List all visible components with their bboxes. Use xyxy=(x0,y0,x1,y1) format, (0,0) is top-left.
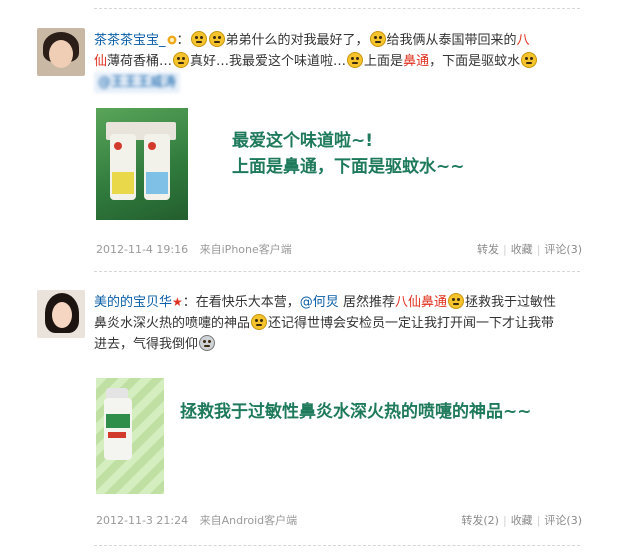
gold-badge-icon xyxy=(167,35,177,45)
divider: | xyxy=(536,243,541,256)
repost-button[interactable]: 转发(2) xyxy=(461,514,499,527)
post-meta: 2012-11-3 21:24 来自Android客户端 xyxy=(96,512,297,528)
laughing-tears-emoji xyxy=(208,31,225,47)
timestamp-link[interactable]: 2012-11-4 19:16 xyxy=(96,243,188,256)
repost-button[interactable]: 转发 xyxy=(477,243,499,256)
favorite-button[interactable]: 收藏 xyxy=(511,243,533,256)
post-actions: 转发 | 收藏 | 评论(3) xyxy=(477,241,582,257)
caption-line: 拯救我于过敏性鼻炎水深火热的喷嚏的神品~~ xyxy=(180,402,532,422)
separator-bottom xyxy=(94,545,580,546)
avatar[interactable] xyxy=(37,290,85,338)
separator xyxy=(94,271,580,272)
source-link[interactable]: 来自iPhone客户端 xyxy=(200,243,292,256)
username-link[interactable]: 茶茶茶宝宝_ xyxy=(94,33,166,48)
text-segment: 薄荷香桶… xyxy=(107,54,173,69)
highlight-keyword: 八仙鼻通 xyxy=(394,295,447,310)
text-segment: 上面是 xyxy=(364,54,404,69)
bottle-label-red xyxy=(108,432,126,438)
post-actions: 转发(2) | 收藏 | 评论(3) xyxy=(461,512,582,528)
text-segment: ：在看快乐大本营， xyxy=(182,295,300,310)
avatar-face xyxy=(52,302,72,328)
text-segment: 弟弟什么的对我最好了， xyxy=(225,33,369,48)
source-link[interactable]: 来自Android客户端 xyxy=(200,514,298,527)
text-segment: 还记得世博会安检员一定让我打开闻一下才让我带 xyxy=(268,316,555,331)
post-text: 茶茶茶宝宝_：弟弟什么的对我最好了， 给我俩从泰国带回来的八 仙薄荷香桶… 真好…我… xyxy=(94,30,584,93)
image-caption: 拯救我于过敏性鼻炎水深火热的喷嚏的神品~~ xyxy=(180,399,532,425)
highlight-keyword: 仙 xyxy=(94,54,108,69)
text-segment: 鼻炎水深火热的喷嚏的神品 xyxy=(94,316,251,331)
text-segment: 进去，气得我倒仰 xyxy=(94,337,199,352)
skull-shocked-emoji xyxy=(199,335,216,351)
comment-button[interactable]: 评论(3) xyxy=(544,514,582,527)
shy-blush-emoji xyxy=(251,314,268,330)
product-photo[interactable] xyxy=(96,108,188,220)
bottle-label-green xyxy=(106,414,130,428)
separator-top xyxy=(94,8,580,9)
post-text: 美的的宝贝华★：在看快乐大本营，@何炅 居然推荐八仙鼻通 拯救我于过敏性 鼻炎水深… xyxy=(94,292,584,355)
caption-line: 最爱这个味道啦~! xyxy=(232,131,373,151)
post-meta: 2012-11-4 19:16 来自iPhone客户端 xyxy=(96,241,292,257)
highlight-keyword: 鼻通 xyxy=(403,54,430,69)
divider: | xyxy=(502,514,507,527)
mention-link[interactable]: @何炅 xyxy=(300,295,339,310)
divider: | xyxy=(502,243,507,256)
divider: | xyxy=(536,514,541,527)
text-segment: 真好…我最爱这个味道啦… xyxy=(190,54,347,69)
image-caption: 最爱这个味道啦~! 上面是鼻通，下面是驱蚊水~~ xyxy=(232,128,465,180)
username-link[interactable]: 美的的宝贝华 xyxy=(94,295,172,310)
avatar-face xyxy=(49,40,73,68)
text-segment: 拯救我于过敏性 xyxy=(464,295,556,310)
favorite-button[interactable]: 收藏 xyxy=(511,514,533,527)
grin-emoji xyxy=(173,52,190,68)
text-segment: 居然推荐 xyxy=(338,295,395,310)
logo-mark xyxy=(148,142,156,150)
laughing-tears-emoji xyxy=(521,52,538,68)
blurred-mention[interactable]: @王王王威涛 xyxy=(94,72,181,93)
product-photo[interactable] xyxy=(96,378,164,494)
laughing-emoji xyxy=(347,52,364,68)
laughing-emoji xyxy=(447,293,464,309)
inhaler-blue-cap xyxy=(146,172,168,194)
highlight-keyword: 八 xyxy=(516,33,530,48)
avatar[interactable] xyxy=(37,28,85,76)
inhaler-bottle xyxy=(104,398,132,460)
red-star-icon: ★ xyxy=(172,295,183,309)
laughing-tears-emoji xyxy=(190,31,207,47)
timestamp-link[interactable]: 2012-11-3 21:24 xyxy=(96,514,188,527)
inhaler-yellow-cap xyxy=(112,172,134,194)
grin-emoji xyxy=(369,31,386,47)
logo-mark xyxy=(114,142,122,150)
caption-line: 上面是鼻通，下面是驱蚊水~~ xyxy=(232,157,465,177)
text-segment: 给我俩从泰国带回来的 xyxy=(386,33,517,48)
text-segment: ，下面是驱蚊水 xyxy=(429,54,521,69)
comment-button[interactable]: 评论(3) xyxy=(544,243,582,256)
